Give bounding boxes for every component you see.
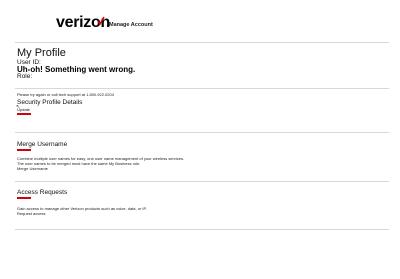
error-message: Uh-oh! Something went wrong. [17,65,136,74]
header-divider [15,42,389,43]
site-header: verizon Manage Account [0,0,400,42]
security-profile-title: Security Profile Details [17,99,83,106]
access-title-underline [17,197,31,199]
update-link[interactable]: Update [17,107,30,112]
merge-username-link[interactable]: Merge Username [17,166,48,171]
role-label: Role: [17,73,33,80]
support-text: Please try again or call tech support at… [17,92,114,97]
section-divider [15,229,389,230]
checkmark-icon [97,16,105,26]
section-divider [15,181,389,182]
merge-username-title: Merge Username [17,141,68,148]
section-divider [15,132,389,133]
manage-account-link[interactable]: Manage Account [109,22,153,28]
access-requests-title: Access Requests [17,189,68,196]
update-link-underline [17,113,31,115]
merge-title-underline [17,149,31,151]
request-access-link[interactable]: Request access [17,211,45,216]
section-divider [15,88,389,89]
